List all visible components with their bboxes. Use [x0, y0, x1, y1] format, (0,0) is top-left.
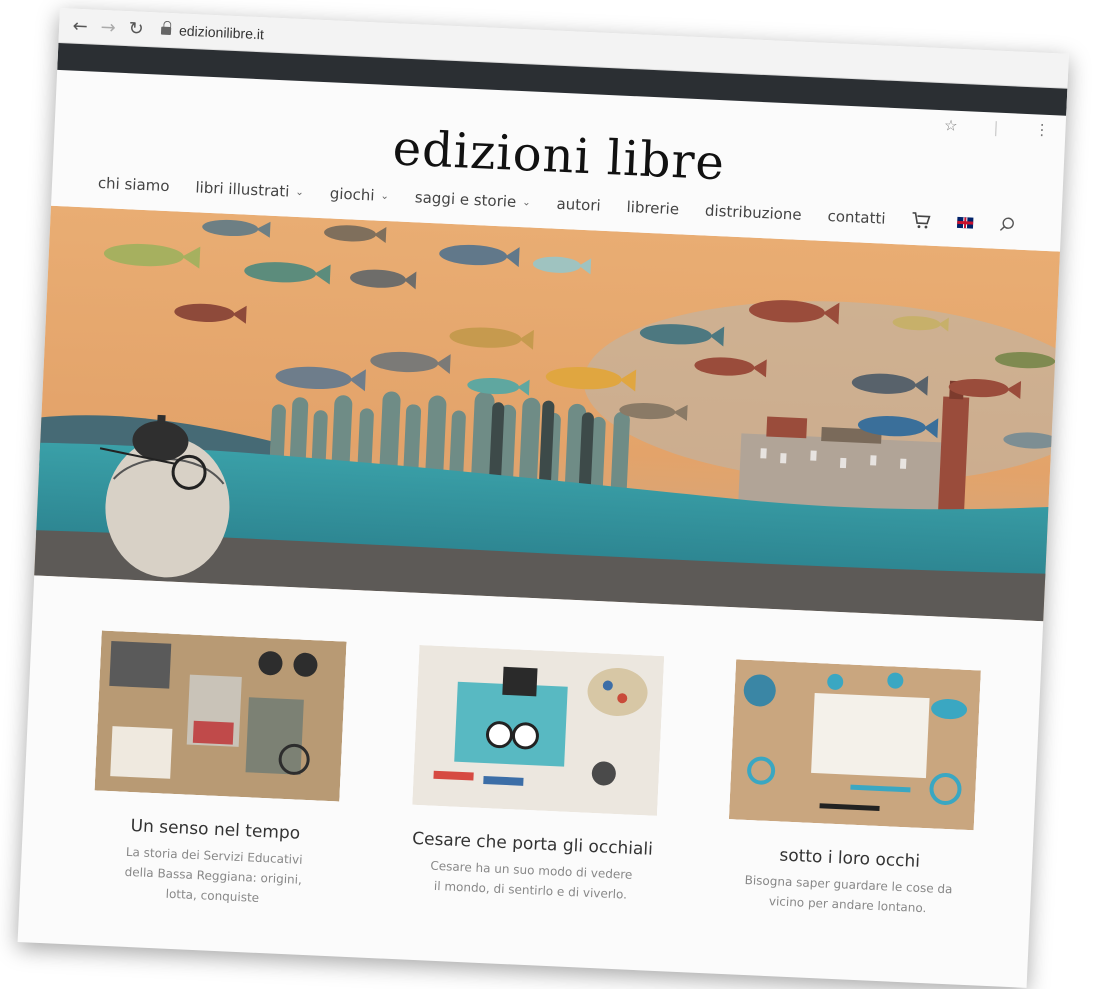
product-card[interactable]: Cesare che porta gli occhiali Cesare ha …: [407, 644, 664, 926]
screenshot-stage: ← → ↻ edizionilibre.it ☆ | ⋮ edizioni li…: [0, 0, 1108, 989]
chevron-down-icon: ⌄: [521, 196, 531, 209]
product-title[interactable]: sotto i loro occhi: [727, 843, 973, 874]
product-card[interactable]: Un senso nel tempo La storia dei Servizi…: [90, 630, 347, 912]
browser-window: ← → ↻ edizionilibre.it ☆ | ⋮ edizioni li…: [17, 8, 1069, 988]
menu-label: giochi: [329, 184, 375, 205]
menu-label: contatti: [827, 207, 886, 228]
menu-item-giochi[interactable]: giochi ⌄: [329, 184, 389, 205]
menu-label: autori: [556, 194, 602, 215]
product-image[interactable]: [411, 644, 664, 816]
menu-item-chi-siamo[interactable]: chi siamo: [98, 174, 170, 195]
search-icon[interactable]: [999, 216, 1016, 233]
menu-item-saggi-e-storie[interactable]: saggi e storie ⌄: [414, 188, 531, 211]
divider: |: [993, 118, 999, 137]
product-title[interactable]: Un senso nel tempo: [93, 814, 339, 845]
url-text: edizionilibre.it: [178, 22, 265, 43]
arrow-left-icon[interactable]: ←: [69, 14, 92, 37]
product-grid: Un senso nel tempo La storia dei Servizi…: [20, 575, 1044, 942]
product-image-1-svg: [94, 630, 347, 802]
chevron-down-icon: ⌄: [295, 186, 305, 198]
chevron-down-icon: ⌄: [380, 190, 390, 202]
lock-icon: [161, 25, 171, 34]
menu-label: librerie: [626, 197, 680, 219]
search-svg: [1000, 217, 1015, 231]
product-description: La storia dei Servizi Educativi della Ba…: [124, 844, 303, 905]
product-title[interactable]: Cesare che porta gli occhiali: [410, 829, 656, 860]
menu-item-distribuzione[interactable]: distribuzione: [705, 201, 802, 223]
product-image[interactable]: [94, 630, 347, 802]
reload-icon[interactable]: ↻: [125, 17, 148, 40]
menu-item-libri-illustrati[interactable]: libri illustrati ⌄: [195, 178, 304, 201]
product-image-2-svg: [411, 644, 664, 816]
cart-svg: [912, 212, 931, 229]
star-icon[interactable]: ☆: [944, 116, 958, 135]
menu-label: chi siamo: [97, 173, 170, 196]
menu-item-autori[interactable]: autori: [556, 195, 601, 215]
arrow-right-icon[interactable]: →: [97, 16, 120, 39]
menu-item-librerie[interactable]: librerie: [626, 198, 679, 218]
menu-label: saggi e storie: [414, 188, 517, 211]
address-bar[interactable]: edizionilibre.it: [161, 22, 265, 43]
uk-flag-icon[interactable]: [957, 216, 974, 229]
menu-item-contatti[interactable]: contatti: [827, 207, 886, 228]
product-card[interactable]: sotto i loro occhi Bisogna saper guardar…: [724, 659, 981, 940]
product-description: Cesare ha un suo modo di vedere il mondo…: [430, 858, 633, 902]
product-image-3-svg: [728, 659, 981, 831]
product-description: Bisogna saper guardare le cose da vicino…: [744, 872, 953, 916]
kebab-menu-icon[interactable]: ⋮: [1034, 120, 1050, 139]
product-image[interactable]: [728, 659, 981, 831]
menu-label: libri illustrati: [195, 178, 290, 201]
hero-illustration: [17, 204, 1069, 623]
cart-icon[interactable]: [911, 211, 932, 230]
hero-painting-svg: [17, 204, 1069, 623]
menu-label: distribuzione: [704, 201, 803, 224]
